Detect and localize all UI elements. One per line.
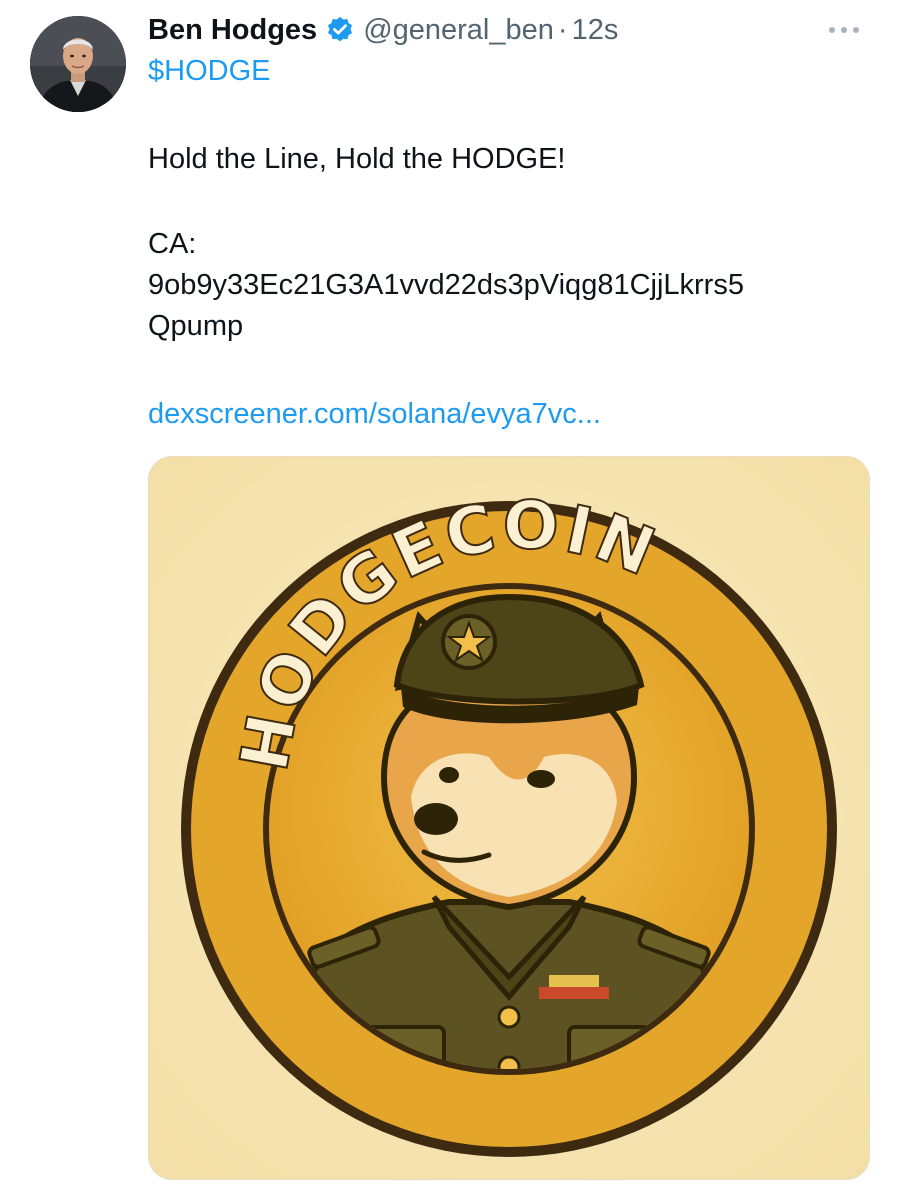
tweet-header: Ben Hodges @general_ben · 12s bbox=[148, 10, 618, 50]
more-dots-icon[interactable] bbox=[827, 22, 861, 38]
contract-address-label: CA: bbox=[148, 228, 197, 260]
author-handle[interactable]: @general_ben bbox=[363, 14, 554, 47]
hodgecoin-logo-image: HODGECOIN bbox=[149, 457, 869, 1179]
author-display-name[interactable]: Ben Hodges bbox=[148, 14, 317, 47]
dexscreener-link[interactable]: dexscreener.com/solana/evya7vc... bbox=[148, 398, 601, 431]
header-separator: · bbox=[557, 13, 568, 46]
avatar-portrait-image bbox=[30, 16, 126, 112]
tweet-body-text: Hold the Line, Hold the HODGE! bbox=[148, 143, 566, 175]
contract-address-line-2: Qpump bbox=[148, 310, 244, 342]
verified-badge-icon bbox=[325, 15, 355, 45]
avatar[interactable] bbox=[30, 16, 126, 112]
cashtag-link[interactable]: $HODGE bbox=[148, 55, 270, 88]
tweet-media-image[interactable]: HODGECOIN bbox=[148, 456, 870, 1180]
contract-address-line-1: 9ob9y33Ec21G3A1vvd22ds3pViqg81CjjLkrrs5 bbox=[148, 269, 744, 301]
tweet-timestamp[interactable]: 12s bbox=[572, 14, 619, 47]
